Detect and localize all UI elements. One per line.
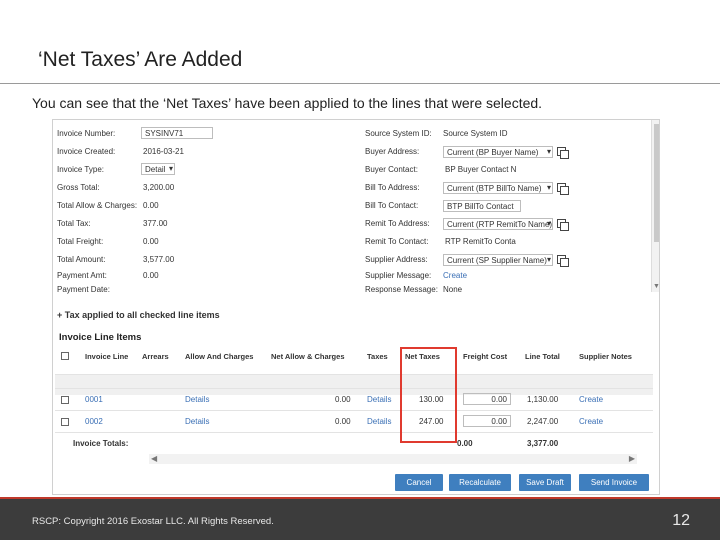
total-amount-label: Total Amount: bbox=[57, 255, 106, 264]
select-all-checkbox[interactable] bbox=[61, 352, 69, 360]
remit-to-address-select[interactable]: Current (RTP RemitTo Name) bbox=[443, 218, 553, 230]
buyer-address-select[interactable]: Current (BP Buyer Name) bbox=[443, 146, 553, 158]
footer-copyright: RSCP: Copyright 2016 Exostar LLC. All Ri… bbox=[32, 516, 274, 527]
col-line-total: Line Total bbox=[525, 352, 560, 361]
row-checkbox[interactable] bbox=[61, 418, 69, 426]
totals-line-total-value: 3,377.00 bbox=[527, 439, 559, 448]
total-allow-charges-label: Total Allow & Charges: bbox=[57, 201, 138, 210]
payment-amt-value: 0.00 bbox=[143, 271, 159, 280]
remit-to-contact-label: Remit To Contact: bbox=[365, 237, 429, 246]
response-message-value: None bbox=[443, 285, 463, 294]
bill-to-address-select[interactable]: Current (BTP BillTo Name) bbox=[443, 182, 553, 194]
plus-icon: + bbox=[57, 310, 63, 320]
allow-charges-details-link[interactable]: Details bbox=[185, 395, 209, 404]
totals-freight-value: 0.00 bbox=[457, 439, 473, 448]
invoice-line-link[interactable]: 0001 bbox=[85, 395, 103, 404]
header-scrollbar[interactable]: ▼ bbox=[651, 120, 659, 292]
row-checkbox[interactable] bbox=[61, 396, 69, 404]
total-allow-charges-value: 0.00 bbox=[143, 201, 159, 210]
cancel-button[interactable]: Cancel bbox=[395, 474, 443, 491]
line-total-value: 1,130.00 bbox=[527, 395, 559, 404]
remit-to-address-label: Remit To Address: bbox=[365, 219, 430, 228]
col-freight-cost: Freight Cost bbox=[463, 352, 508, 361]
tax-applied-message: + Tax applied to all checked line items bbox=[57, 310, 220, 320]
copy-icon[interactable] bbox=[557, 219, 569, 231]
total-amount-value: 3,577.00 bbox=[143, 255, 175, 264]
bill-to-address-label: Bill To Address: bbox=[365, 183, 420, 192]
buyer-address-label: Buyer Address: bbox=[365, 147, 420, 156]
supplier-message-create-link[interactable]: Create bbox=[443, 271, 467, 280]
col-arrears: Arrears bbox=[142, 352, 169, 361]
source-system-id-label: Source System ID: bbox=[365, 129, 432, 138]
gross-total-value: 3,200.00 bbox=[143, 183, 175, 192]
invoice-created-label: Invoice Created: bbox=[57, 147, 116, 156]
col-net-allow-charges: Net Allow & Charges bbox=[271, 352, 345, 361]
save-draft-button[interactable]: Save Draft bbox=[519, 474, 571, 491]
supplier-message-label: Supplier Message: bbox=[365, 271, 432, 280]
send-invoice-button[interactable]: Send Invoice bbox=[579, 474, 649, 491]
source-system-id-value: Source System ID bbox=[443, 129, 508, 138]
line-items-title: Invoice Line Items bbox=[59, 332, 142, 343]
net-allow-value: 0.00 bbox=[335, 395, 351, 404]
col-invoice-line: Invoice Line bbox=[85, 352, 129, 361]
buyer-contact-label: Buyer Contact: bbox=[365, 165, 418, 174]
col-supplier-notes: Supplier Notes bbox=[579, 352, 632, 361]
invoice-screenshot: Invoice Number: Invoice Created: Invoice… bbox=[52, 119, 660, 495]
remit-to-contact-value: RTP RemitTo Conta bbox=[445, 237, 516, 246]
col-taxes: Taxes bbox=[367, 352, 388, 361]
invoice-number-input[interactable]: SYSINV71 bbox=[141, 127, 213, 139]
response-message-label: Response Message: bbox=[365, 285, 438, 294]
table-hscrollbar[interactable]: ◀ ▶ bbox=[149, 454, 637, 464]
freight-cost-input[interactable]: 0.00 bbox=[463, 393, 511, 405]
slide-subtitle: You can see that the ‘Net Taxes’ have be… bbox=[32, 95, 543, 111]
bill-to-contact-input[interactable]: BTP BillTo Contact bbox=[443, 200, 521, 212]
buyer-contact-value: BP Buyer Contact N bbox=[445, 165, 517, 174]
supplier-address-label: Supplier Address: bbox=[365, 255, 428, 264]
allow-charges-details-link[interactable]: Details bbox=[185, 417, 209, 426]
invoice-type-label: Invoice Type: bbox=[57, 165, 104, 174]
invoice-line-link[interactable]: 0002 bbox=[85, 417, 103, 426]
total-tax-value: 377.00 bbox=[143, 219, 168, 228]
taxes-details-link[interactable]: Details bbox=[367, 395, 391, 404]
supplier-notes-create-link[interactable]: Create bbox=[579, 395, 603, 404]
freight-cost-input[interactable]: 0.00 bbox=[463, 415, 511, 427]
bill-to-contact-label: Bill To Contact: bbox=[365, 201, 419, 210]
col-allow-and-charges: Allow And Charges bbox=[185, 352, 254, 361]
tax-applied-text: Tax applied to all checked line items bbox=[64, 310, 220, 320]
copy-icon[interactable] bbox=[557, 255, 569, 267]
table-row: 0001 Details 0.00 Details 130.00 0.00 1,… bbox=[55, 388, 653, 409]
gross-total-label: Gross Total: bbox=[57, 183, 100, 192]
invoice-header-panel: Invoice Number: Invoice Created: Invoice… bbox=[53, 120, 651, 298]
payment-amt-label: Payment Amt: bbox=[57, 271, 107, 280]
taxes-details-link[interactable]: Details bbox=[367, 417, 391, 426]
copy-icon[interactable] bbox=[557, 183, 569, 195]
scroll-right-icon[interactable]: ▶ bbox=[629, 454, 635, 463]
table-row: 0002 Details 0.00 Details 247.00 0.00 2,… bbox=[55, 410, 653, 431]
line-total-value: 2,247.00 bbox=[527, 417, 559, 426]
scroll-down-icon[interactable]: ▼ bbox=[653, 283, 659, 290]
invoice-type-select[interactable]: Detail bbox=[141, 163, 175, 175]
copy-icon[interactable] bbox=[557, 147, 569, 159]
scrollbar-thumb[interactable] bbox=[654, 124, 659, 242]
total-freight-value: 0.00 bbox=[143, 237, 159, 246]
net-taxes-highlight bbox=[400, 347, 457, 443]
scroll-left-icon[interactable]: ◀ bbox=[151, 454, 157, 463]
recalculate-button[interactable]: Recalculate bbox=[449, 474, 511, 491]
supplier-notes-create-link[interactable]: Create bbox=[579, 417, 603, 426]
supplier-address-select[interactable]: Current (SP Supplier Name) bbox=[443, 254, 553, 266]
invoice-totals-label: Invoice Totals: bbox=[73, 439, 129, 448]
total-freight-label: Total Freight: bbox=[57, 237, 104, 246]
total-tax-label: Total Tax: bbox=[57, 219, 91, 228]
slide-title: ‘Net Taxes’ Are Added bbox=[38, 48, 243, 71]
title-divider bbox=[0, 83, 720, 84]
invoice-created-value: 2016-03-21 bbox=[143, 147, 184, 156]
payment-date-label: Payment Date: bbox=[57, 285, 110, 294]
page-number: 12 bbox=[672, 512, 690, 529]
totals-row: Invoice Totals: 0.00 3,377.00 bbox=[55, 432, 653, 453]
net-allow-value: 0.00 bbox=[335, 417, 351, 426]
invoice-number-label: Invoice Number: bbox=[57, 129, 116, 138]
